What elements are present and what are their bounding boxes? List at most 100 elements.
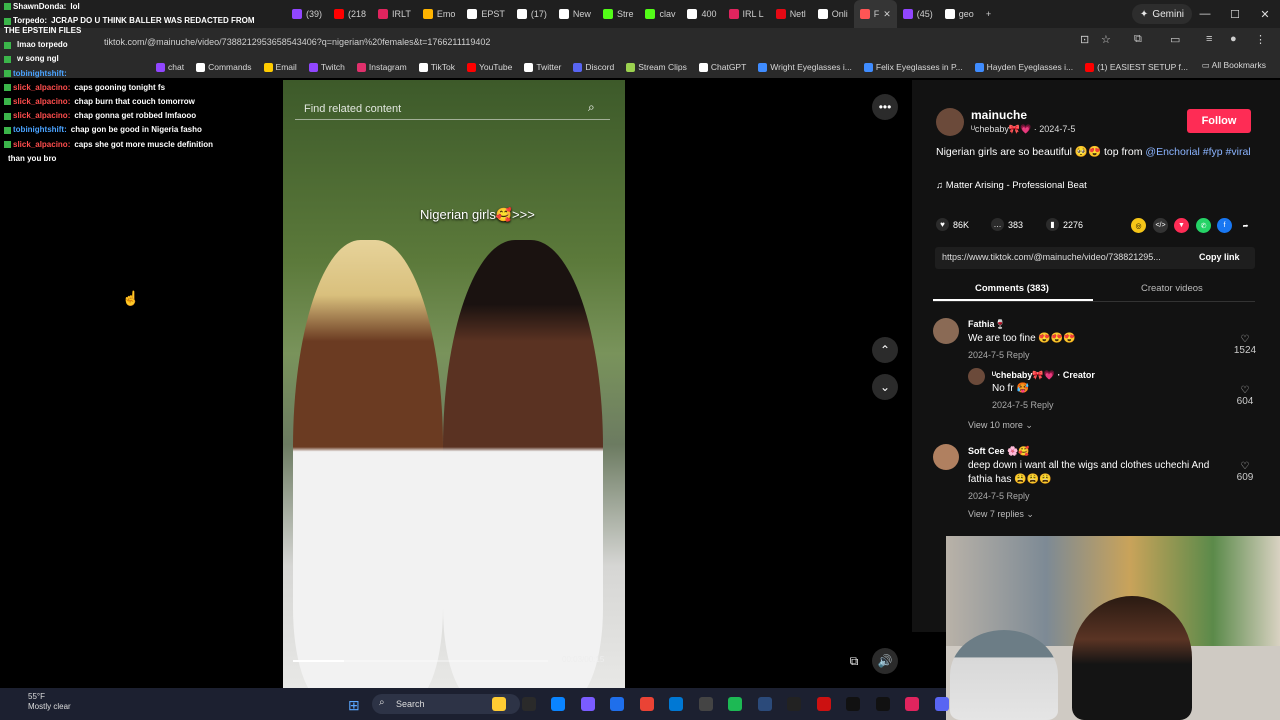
facebook-icon[interactable]: f (1217, 218, 1232, 233)
bookmark-item[interactable]: Felix Eyeglasses in P... (858, 62, 969, 72)
taskbar-app-icon[interactable] (698, 697, 713, 711)
browser-tab[interactable]: (17) (511, 0, 553, 28)
chat-username[interactable]: tobinightshift: (13, 125, 67, 134)
browser-tab[interactable]: IRL L (723, 0, 770, 28)
taskbar-app-icon[interactable] (610, 697, 624, 711)
profile-avatar[interactable]: ● (1230, 33, 1237, 45)
embed-icon[interactable]: </> (1153, 218, 1168, 233)
sidepanel-icon[interactable]: ▭ (1170, 33, 1180, 46)
view-more-replies[interactable]: View 10 more ⌄ (968, 420, 1033, 431)
music-track[interactable]: ♫ Matter Arising - Professional Beat (936, 180, 1087, 191)
chat-username[interactable]: tobinightshift: (13, 69, 67, 78)
browser-tab[interactable]: Stre (597, 0, 640, 28)
share-icon[interactable]: ➦ (1238, 218, 1253, 233)
miniplayer-icon[interactable]: ⧉ (841, 648, 867, 674)
taskbar-app-icon[interactable] (580, 697, 595, 711)
taskbar-app-icon[interactable] (816, 697, 831, 711)
gemini-button[interactable]: ✦ Gemini (1131, 4, 1192, 24)
comment-like[interactable]: ♡ 609 (1230, 461, 1260, 483)
bookmark-item[interactable]: (1) EASIEST SETUP f... (1079, 62, 1194, 72)
bookmark-star-icon[interactable]: ☆ (1101, 33, 1111, 46)
browser-tab[interactable]: 400 (681, 0, 722, 28)
more-options-icon[interactable]: ••• (872, 94, 898, 120)
chat-username[interactable]: Torpedo: (13, 16, 47, 25)
browser-tab[interactable]: EPST (461, 0, 511, 28)
tab-close-icon[interactable]: ✕ (883, 9, 891, 20)
weather-widget[interactable]: 55°F Mostly clear (8, 692, 71, 712)
chevron-down-icon[interactable]: ⌄ (872, 374, 898, 400)
comment-meta[interactable]: 2024-7-5 Reply (968, 491, 1030, 501)
bookmark-item[interactable]: Instagram (351, 62, 413, 72)
taskbar-app-icon[interactable] (639, 697, 654, 711)
new-tab-icon[interactable]: + (980, 0, 997, 28)
save-stat[interactable]: ▮ 2276 (1046, 218, 1083, 231)
comment-stat[interactable]: … 383 (991, 218, 1023, 231)
browser-tab[interactable]: New (553, 0, 597, 28)
comment-avatar[interactable] (933, 444, 959, 470)
windows-start-icon[interactable]: ⊞ (348, 697, 360, 714)
all-bookmarks[interactable]: ▭ All Bookmarks (1202, 60, 1266, 71)
comment-like[interactable]: ♡ 1524 (1230, 334, 1260, 356)
reply-avatar[interactable] (968, 368, 985, 385)
video-player[interactable] (283, 80, 625, 688)
bookmark-item[interactable]: TikTok (413, 62, 461, 72)
bookmark-item[interactable]: Discord (567, 62, 620, 72)
browser-tab[interactable]: (45) (897, 0, 939, 28)
bookmark-item[interactable]: Twitter (518, 62, 567, 72)
browser-tab[interactable]: F ✕ (853, 0, 897, 28)
bookmark-item[interactable]: Twitch (303, 62, 351, 72)
tab-comments[interactable]: Comments (383) (975, 283, 1049, 294)
coin-icon[interactable]: ◎ (1131, 218, 1146, 233)
taskbar-app-icon[interactable] (669, 697, 683, 711)
chat-username[interactable]: ShawnDonda: (13, 2, 66, 11)
search-icon[interactable]: ⌕ (588, 100, 595, 115)
menu-icon[interactable]: ⋮ (1255, 33, 1266, 46)
bookmark-item[interactable]: Hayden Eyeglasses i... (969, 62, 1079, 72)
reply-meta[interactable]: 2024-7-5 Reply (992, 400, 1054, 410)
browser-tab[interactable]: geo (939, 0, 980, 28)
reply-like[interactable]: ♡ 604 (1230, 385, 1260, 407)
browser-tab[interactable]: IRLT (372, 0, 417, 28)
bookmark-item[interactable]: YouTube (461, 62, 518, 72)
reply-author[interactable]: ᵁchebaby🎀💗 · Creator (992, 370, 1095, 381)
video-link[interactable]: https://www.tiktok.com/@mainuche/video/7… (942, 252, 1182, 262)
taskbar-app-icon[interactable] (846, 697, 860, 711)
related-search-input[interactable]: Find related content (295, 98, 610, 120)
like-stat[interactable]: ♥ 86K (936, 218, 969, 231)
taskbar-app-icon[interactable] (492, 697, 506, 711)
copy-link-button[interactable]: Copy link (1199, 252, 1240, 262)
browser-tab[interactable]: Onli (812, 0, 854, 28)
bookmark-item[interactable]: ChatGPT (693, 62, 752, 72)
extensions-icon[interactable]: ⧉ (1134, 33, 1142, 46)
chat-username[interactable]: slick_alpacino: (13, 97, 70, 106)
send-icon[interactable]: ▼ (1174, 218, 1189, 233)
taskbar-app-icon[interactable] (521, 697, 536, 711)
comment-author[interactable]: Fathia🍷 (968, 319, 1006, 330)
chevron-up-icon[interactable]: ⌃ (872, 337, 898, 363)
whatsapp-icon[interactable]: ✆ (1196, 218, 1211, 233)
chat-username[interactable]: slick_alpacino: (13, 83, 70, 92)
browser-tab[interactable]: (39) (286, 0, 328, 28)
taskbar-app-icon[interactable] (551, 697, 565, 711)
browser-tab[interactable]: (218 (328, 0, 372, 28)
bookmark-item[interactable]: Wright Eyeglasses i... (752, 62, 858, 72)
taskbar-app-icon[interactable] (905, 697, 919, 711)
author-name[interactable]: mainuche (971, 108, 1027, 122)
chat-username[interactable]: slick_alpacino: (13, 111, 70, 120)
hashtags[interactable]: @Enchorial #fyp #viral (1145, 146, 1250, 158)
view-replies[interactable]: View 7 replies ⌄ (968, 509, 1034, 520)
browser-tab[interactable]: Emo (417, 0, 462, 28)
follow-button[interactable]: Follow (1187, 109, 1251, 133)
browser-tab[interactable]: clav (639, 0, 681, 28)
media-icon[interactable]: ≡ (1206, 33, 1212, 45)
install-icon[interactable]: ⊡ (1080, 33, 1089, 46)
taskbar-app-icon[interactable] (728, 697, 742, 711)
taskbar-app-icon[interactable] (757, 697, 772, 711)
maximize-icon[interactable]: ☐ (1220, 8, 1250, 21)
chat-username[interactable]: slick_alpacino: (13, 140, 70, 149)
taskbar-app-icon[interactable] (875, 697, 890, 711)
volume-icon[interactable]: 🔊 (872, 648, 898, 674)
browser-tab[interactable]: Netl (770, 0, 812, 28)
comment-author[interactable]: Soft Cee 🌸🥰 (968, 446, 1029, 457)
comment-meta[interactable]: 2024-7-5 Reply (968, 350, 1030, 360)
